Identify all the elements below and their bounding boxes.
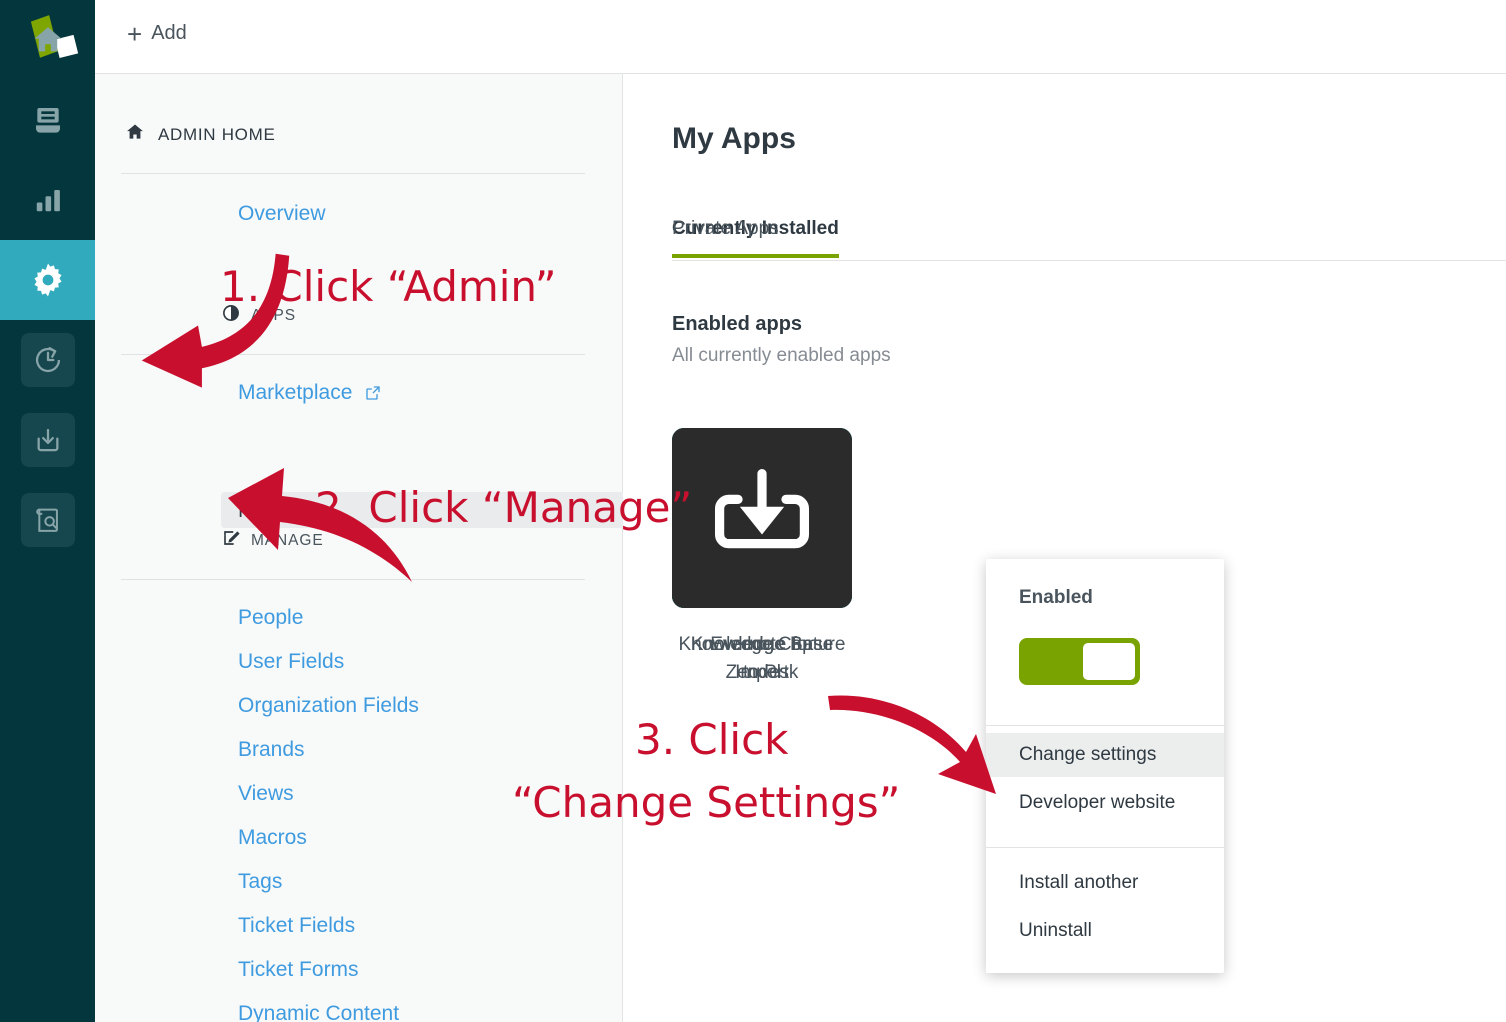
top-bar: + Add xyxy=(95,0,1506,74)
reporting-icon xyxy=(33,185,63,215)
rail-item-import[interactable] xyxy=(0,400,95,480)
app-context-menu: Enabled Change settings Developer websit… xyxy=(986,559,1224,973)
nav-link-tags[interactable]: Tags xyxy=(238,870,282,894)
add-button[interactable]: + Add xyxy=(127,22,187,45)
admin-home-label: ADMIN HOME xyxy=(158,125,276,145)
rail-item-home[interactable] xyxy=(0,0,95,80)
menu-item-developer-website[interactable]: Developer website xyxy=(986,781,1224,825)
tab-bar-divider xyxy=(672,260,1506,261)
nav-link-ticket-fields[interactable]: Ticket Fields xyxy=(238,914,355,938)
clock-history-icon xyxy=(21,333,75,387)
download-box-icon xyxy=(703,457,821,580)
menu-divider-1 xyxy=(986,725,1224,726)
rail-item-reporting[interactable] xyxy=(0,160,95,240)
menu-item-change-settings[interactable]: Change settings xyxy=(986,733,1224,777)
annotation-step-2: 2. Click “Manage” xyxy=(315,483,692,532)
app-name-knowledge-base-import: Knowledge Base Import xyxy=(672,631,852,686)
enabled-toggle[interactable] xyxy=(1019,638,1140,685)
home-icon xyxy=(31,23,65,57)
annotation-step-3-line1: 3. Click xyxy=(635,715,789,764)
app-tile-knowledge-base-import[interactable] xyxy=(672,428,852,608)
nav-link-macros[interactable]: Macros xyxy=(238,826,307,850)
nav-link-ticket-forms[interactable]: Ticket Forms xyxy=(238,958,359,982)
admin-home-header[interactable]: ADMIN HOME xyxy=(125,122,276,147)
annotation-step-3-line2: “Change Settings” xyxy=(512,778,900,827)
nav-link-views[interactable]: Views xyxy=(238,782,294,806)
external-link-icon xyxy=(365,383,381,407)
rail-item-guide[interactable] xyxy=(0,480,95,560)
enabled-toggle-label: Enabled xyxy=(1019,587,1093,609)
enabled-apps-subtext: All currently enabled apps xyxy=(672,345,891,367)
page-title: My Apps xyxy=(672,122,796,156)
gear-icon xyxy=(29,261,67,299)
nav-link-user-fields[interactable]: User Fields xyxy=(238,650,344,674)
enabled-toggle-knob xyxy=(1083,643,1135,680)
nav-divider-1 xyxy=(121,173,585,174)
add-button-label: Add xyxy=(151,22,187,45)
menu-item-install-another[interactable]: Install another xyxy=(986,861,1224,905)
menu-divider-2 xyxy=(986,847,1224,848)
nav-link-overview[interactable]: Overview xyxy=(238,202,326,226)
nav-link-brands[interactable]: Brands xyxy=(238,738,305,762)
tickets-icon xyxy=(32,104,64,136)
download-tray-icon xyxy=(21,413,75,467)
tab-private-apps[interactable]: Private Apps xyxy=(672,218,779,254)
home-icon xyxy=(125,122,145,147)
nav-link-organization-fields[interactable]: Organization Fields xyxy=(238,694,419,718)
tab-bar: Currently Installed Private Apps xyxy=(672,218,1506,260)
enabled-apps-heading: Enabled apps xyxy=(672,313,802,336)
annotation-step-1: 1. Click “Admin” xyxy=(220,262,557,311)
primary-nav-rail xyxy=(0,0,95,1022)
app-root: + Add ADMIN HOME Overview APPS xyxy=(0,0,1506,1022)
plus-icon: + xyxy=(127,24,142,44)
app-card-knowledge-base-import[interactable]: Knowledge Base Import xyxy=(672,428,852,686)
menu-item-uninstall[interactable]: Uninstall xyxy=(986,909,1224,953)
rail-item-tickets[interactable] xyxy=(0,80,95,160)
guide-search-icon xyxy=(21,493,75,547)
nav-link-people[interactable]: People xyxy=(238,606,303,630)
nav-link-dynamic-content[interactable]: Dynamic Content xyxy=(238,1002,399,1022)
